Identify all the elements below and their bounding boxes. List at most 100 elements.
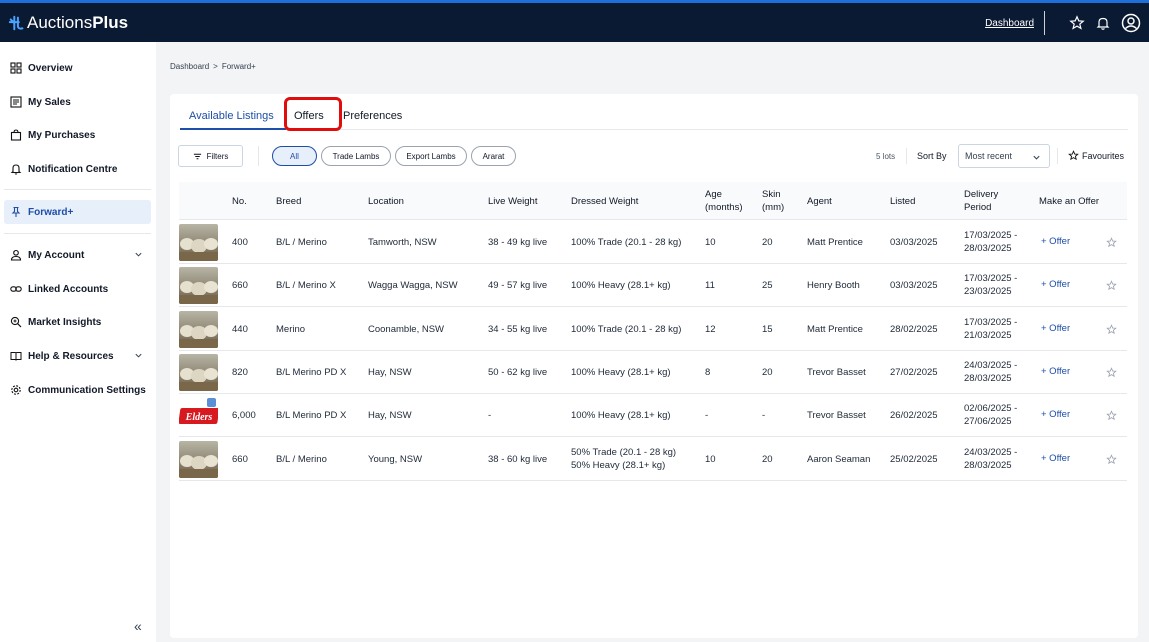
- favourite-star-icon[interactable]: [1106, 280, 1117, 291]
- table-row[interactable]: 400 B/L / Merino Tamworth, NSW 38 - 49 kg l…: [179, 221, 1127, 264]
- sidebar-item-communication-settings[interactable]: Communication Settings: [4, 378, 151, 402]
- sidebar-item-notification-centre[interactable]: Notification Centre: [4, 157, 151, 181]
- sidebar-item-label: My Sales: [28, 96, 71, 108]
- table-row[interactable]: Elders 6,000 B/L Merino PD X Hay, NSW - 100% …: [179, 394, 1127, 438]
- cell-agent: Trevor Basset: [807, 410, 866, 422]
- favourite-star-icon[interactable]: [1106, 410, 1117, 421]
- sheep-photo-thumbnail[interactable]: [179, 267, 218, 305]
- user-circle-icon[interactable]: [1121, 13, 1141, 33]
- top-bar: Auctions Plus Dashboard: [0, 0, 1149, 42]
- cell-lot-no: 660: [232, 280, 248, 292]
- cell-delivery-line2: 27/06/2025: [964, 416, 1012, 428]
- tab-available-listings[interactable]: Available Listings: [189, 110, 274, 122]
- collapse-sidebar-button[interactable]: «: [134, 618, 142, 634]
- cell-delivery-line2: 21/03/2025: [964, 329, 1012, 341]
- star-icon[interactable]: [1069, 15, 1085, 31]
- sidebar-item-my-account[interactable]: My Account: [4, 243, 151, 267]
- column-header-live-weight[interactable]: Live Weight: [488, 195, 537, 208]
- cell-breed: B/L / Merino X: [276, 280, 336, 292]
- sidebar-item-overview[interactable]: Overview: [4, 56, 151, 80]
- cell-delivery-period: 24/03/2025 -28/03/2025: [964, 359, 1017, 385]
- chip-all[interactable]: All: [272, 146, 317, 166]
- cell-delivery-period: 24/03/2025 -28/03/2025: [964, 446, 1017, 472]
- cell-breed: B/L Merino PD X: [276, 366, 347, 378]
- breadcrumb-dashboard[interactable]: Dashboard: [170, 62, 209, 71]
- column-header-listed[interactable]: Listed: [890, 195, 915, 208]
- chevron-down-icon: [1033, 155, 1040, 160]
- tab-preferences[interactable]: Preferences: [343, 110, 402, 122]
- cell-location: Coonamble, NSW: [368, 323, 445, 335]
- cell-delivery-line1: 24/03/2025 -: [964, 359, 1018, 371]
- sidebar-item-label: Forward+: [28, 206, 74, 218]
- favourite-star-icon[interactable]: [1106, 453, 1117, 465]
- chevron-down-icon[interactable]: [134, 351, 143, 360]
- favourites-button[interactable]: Favourites: [1068, 150, 1124, 161]
- cell-live-weight: 38 - 60 kg live: [488, 453, 548, 465]
- cell-listed: 27/02/2025: [890, 366, 938, 378]
- column-header-dressed-weight[interactable]: Dressed Weight: [571, 195, 638, 208]
- sheep-photo-thumbnail[interactable]: [179, 224, 218, 261]
- filters-button[interactable]: Filters: [178, 145, 243, 167]
- make-offer-button[interactable]: + Offer: [1041, 236, 1070, 247]
- chip-export-lambs[interactable]: Export Lambs: [395, 146, 467, 166]
- sidebar-item-market-insights[interactable]: Market Insights: [4, 310, 151, 334]
- cell-agent: Aaron Seaman: [807, 453, 871, 465]
- column-header-skin[interactable]: Skin (mm): [762, 188, 784, 214]
- lots-count: 5 lots: [876, 152, 896, 161]
- sidebar-item-my-sales[interactable]: My Sales: [4, 90, 151, 114]
- cell-dressed-weight: 100% Heavy (28.1+ kg): [571, 410, 671, 422]
- cell-listed: 03/03/2025: [890, 280, 938, 292]
- cell-breed: B/L / Merino: [276, 453, 327, 465]
- filters-divider: [258, 146, 259, 166]
- active-tab-indicator: [180, 128, 286, 130]
- column-header-delivery[interactable]: Delivery Period: [964, 188, 998, 214]
- favourite-star-icon[interactable]: [1106, 237, 1117, 248]
- cell-live-weight: 50 - 62 kg live: [488, 366, 548, 378]
- column-header-location[interactable]: Location: [368, 195, 404, 208]
- top-actions: Dashboard: [985, 11, 1141, 35]
- make-offer-button[interactable]: + Offer: [1041, 323, 1070, 334]
- cell-skin: -: [762, 410, 766, 422]
- table-row[interactable]: 820 B/L Merino PD X Hay, NSW 50 - 62 kg liv…: [179, 351, 1127, 394]
- sheep-photo-thumbnail[interactable]: [179, 310, 218, 348]
- make-offer-button[interactable]: + Offer: [1041, 409, 1070, 420]
- cell-lot-no: 820: [232, 366, 248, 378]
- sheep-photo-thumbnail[interactable]: [179, 440, 218, 478]
- cell-location: Tamworth, NSW: [368, 237, 437, 248]
- cell-delivery-period: 17/03/2025 - 28/03/2025: [964, 229, 1017, 255]
- column-header-age-line2: (months): [705, 202, 743, 213]
- table-row[interactable]: 660 B/L / Merino X Wagga Wagga, NSW 49 - 57…: [179, 264, 1127, 308]
- favourite-star-icon[interactable]: [1106, 323, 1117, 335]
- column-header-age[interactable]: Age (months): [705, 188, 742, 214]
- favourite-star-icon[interactable]: [1106, 367, 1117, 378]
- chevron-down-icon[interactable]: [134, 250, 143, 259]
- sidebar-item-linked-accounts[interactable]: Linked Accounts: [4, 277, 151, 301]
- cell-delivery-period: 17/03/2025 -21/03/2025: [964, 316, 1017, 342]
- sidebar-item-my-purchases[interactable]: My Purchases: [4, 123, 151, 147]
- bell-icon[interactable]: [1095, 15, 1111, 31]
- chip-ararat[interactable]: Ararat: [471, 146, 516, 166]
- sort-select[interactable]: Most recent: [958, 144, 1050, 168]
- table-row[interactable]: 660 B/L / Merino Young, NSW 38 - 60 kg live…: [179, 438, 1127, 481]
- table-header: No. Breed Location Live Weight Dressed W…: [179, 182, 1127, 220]
- sheep-photo-thumbnail[interactable]: [179, 353, 218, 391]
- sidebar-item-help-resources[interactable]: Help & Resources: [4, 344, 151, 368]
- make-offer-button[interactable]: + Offer: [1041, 453, 1070, 464]
- column-header-no[interactable]: No.: [232, 195, 247, 208]
- elders-logo-thumbnail[interactable]: Elders: [179, 397, 218, 435]
- sidebar-item-forward-plus[interactable]: Forward+: [4, 200, 151, 224]
- column-header-agent[interactable]: Agent: [807, 195, 832, 208]
- make-offer-button[interactable]: + Offer: [1041, 279, 1070, 290]
- column-header-breed[interactable]: Breed: [276, 195, 301, 208]
- logo-text-plus: Plus: [92, 13, 129, 32]
- cell-location: Young, NSW: [368, 453, 423, 465]
- book-icon: [10, 352, 22, 361]
- auctionsplus-logo[interactable]: Auctions Plus: [8, 13, 128, 33]
- link-icon: [10, 286, 22, 292]
- table-row[interactable]: 440 Merino Coonamble, NSW 34 - 55 kg live 10…: [179, 308, 1127, 351]
- chip-trade-lambs[interactable]: Trade Lambs: [321, 146, 391, 166]
- dashboard-link[interactable]: Dashboard: [985, 18, 1034, 29]
- make-offer-button[interactable]: + Offer: [1041, 366, 1070, 377]
- gear-icon: [11, 385, 21, 395]
- cell-age: 8: [705, 366, 711, 378]
